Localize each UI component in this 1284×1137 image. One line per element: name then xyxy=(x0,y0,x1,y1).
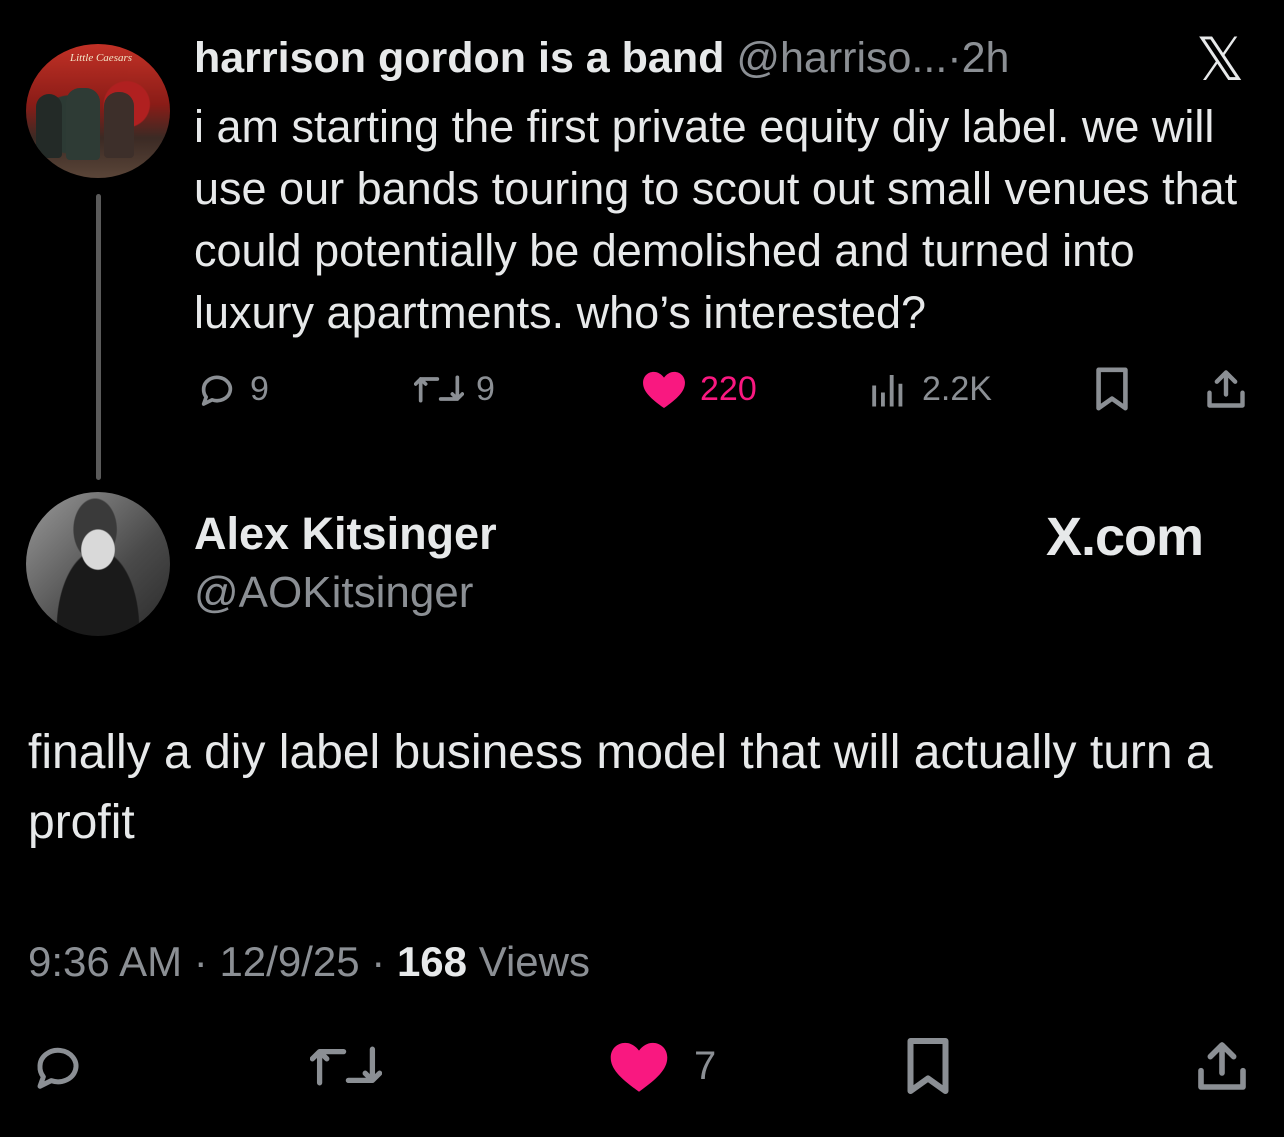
tweet-meta: 9:36 AM · 12/9/25 · 168 Views xyxy=(28,938,590,986)
display-name[interactable]: Alex Kitsinger xyxy=(194,508,497,560)
main-tweet-text: finally a diy label business model that … xyxy=(28,726,1213,849)
like-button[interactable]: 220 xyxy=(640,366,757,412)
display-name[interactable]: harrison gordon is a band xyxy=(194,34,724,82)
share-icon xyxy=(1207,370,1245,408)
thread-connector-line xyxy=(96,194,101,480)
views-count: 2.2K xyxy=(922,369,992,408)
repost-count: 9 xyxy=(476,369,495,408)
bookmark-button[interactable] xyxy=(902,1036,954,1096)
bookmark-icon xyxy=(1096,367,1128,411)
avatar-figure xyxy=(104,92,134,158)
share-button[interactable] xyxy=(1204,366,1248,412)
quoted-tweet-text: i am starting the first private equity d… xyxy=(194,101,1238,338)
repost-icon xyxy=(310,1046,382,1086)
views-label: Views xyxy=(478,938,590,985)
reply-icon xyxy=(37,1047,79,1089)
quoted-tweet-header: harrison gordon is a band @harriso...·2h xyxy=(194,34,1009,83)
timestamp[interactable]: 2h xyxy=(962,34,1010,82)
tweet-time[interactable]: 9:36 AM xyxy=(28,938,182,985)
repost-button[interactable]: 9 xyxy=(414,366,495,412)
like-count: 7 xyxy=(694,1043,717,1088)
like-button[interactable]: 7 xyxy=(608,1036,716,1096)
x-logo-icon: 𝕏 xyxy=(1196,25,1245,95)
site-label: X.com xyxy=(1046,507,1204,567)
share-button[interactable] xyxy=(1194,1036,1250,1096)
avatar-harrison-gordon[interactable]: Little Caesars xyxy=(26,44,170,178)
avatar-figure xyxy=(36,94,62,158)
separator-dot: · xyxy=(947,34,962,82)
avatar-alex-kitsinger[interactable] xyxy=(26,492,170,636)
share-icon xyxy=(1198,1042,1246,1090)
reply-count: 9 xyxy=(250,369,269,408)
bookmark-button[interactable] xyxy=(1092,366,1132,412)
handle[interactable]: @AOKitsinger xyxy=(194,568,473,618)
reply-button[interactable]: 9 xyxy=(196,366,269,412)
reply-button[interactable] xyxy=(30,1036,86,1096)
avatar-sign-text: Little Caesars xyxy=(70,52,133,64)
views-chart-icon xyxy=(872,375,903,407)
views-button[interactable]: 2.2K xyxy=(866,366,992,412)
separator-dot: · xyxy=(193,938,208,985)
views-count: 168 xyxy=(396,938,468,985)
reply-icon xyxy=(201,375,233,406)
tweet-date[interactable]: 12/9/25 xyxy=(219,938,359,985)
bookmark-icon xyxy=(907,1038,949,1094)
avatar-figure xyxy=(66,88,100,160)
like-count: 220 xyxy=(700,369,757,408)
repost-icon xyxy=(414,375,464,403)
handle[interactable]: @harriso... xyxy=(736,34,947,82)
separator-dot: · xyxy=(371,938,386,985)
repost-button[interactable] xyxy=(310,1036,382,1096)
heart-icon xyxy=(610,1042,668,1092)
heart-icon xyxy=(643,371,685,409)
